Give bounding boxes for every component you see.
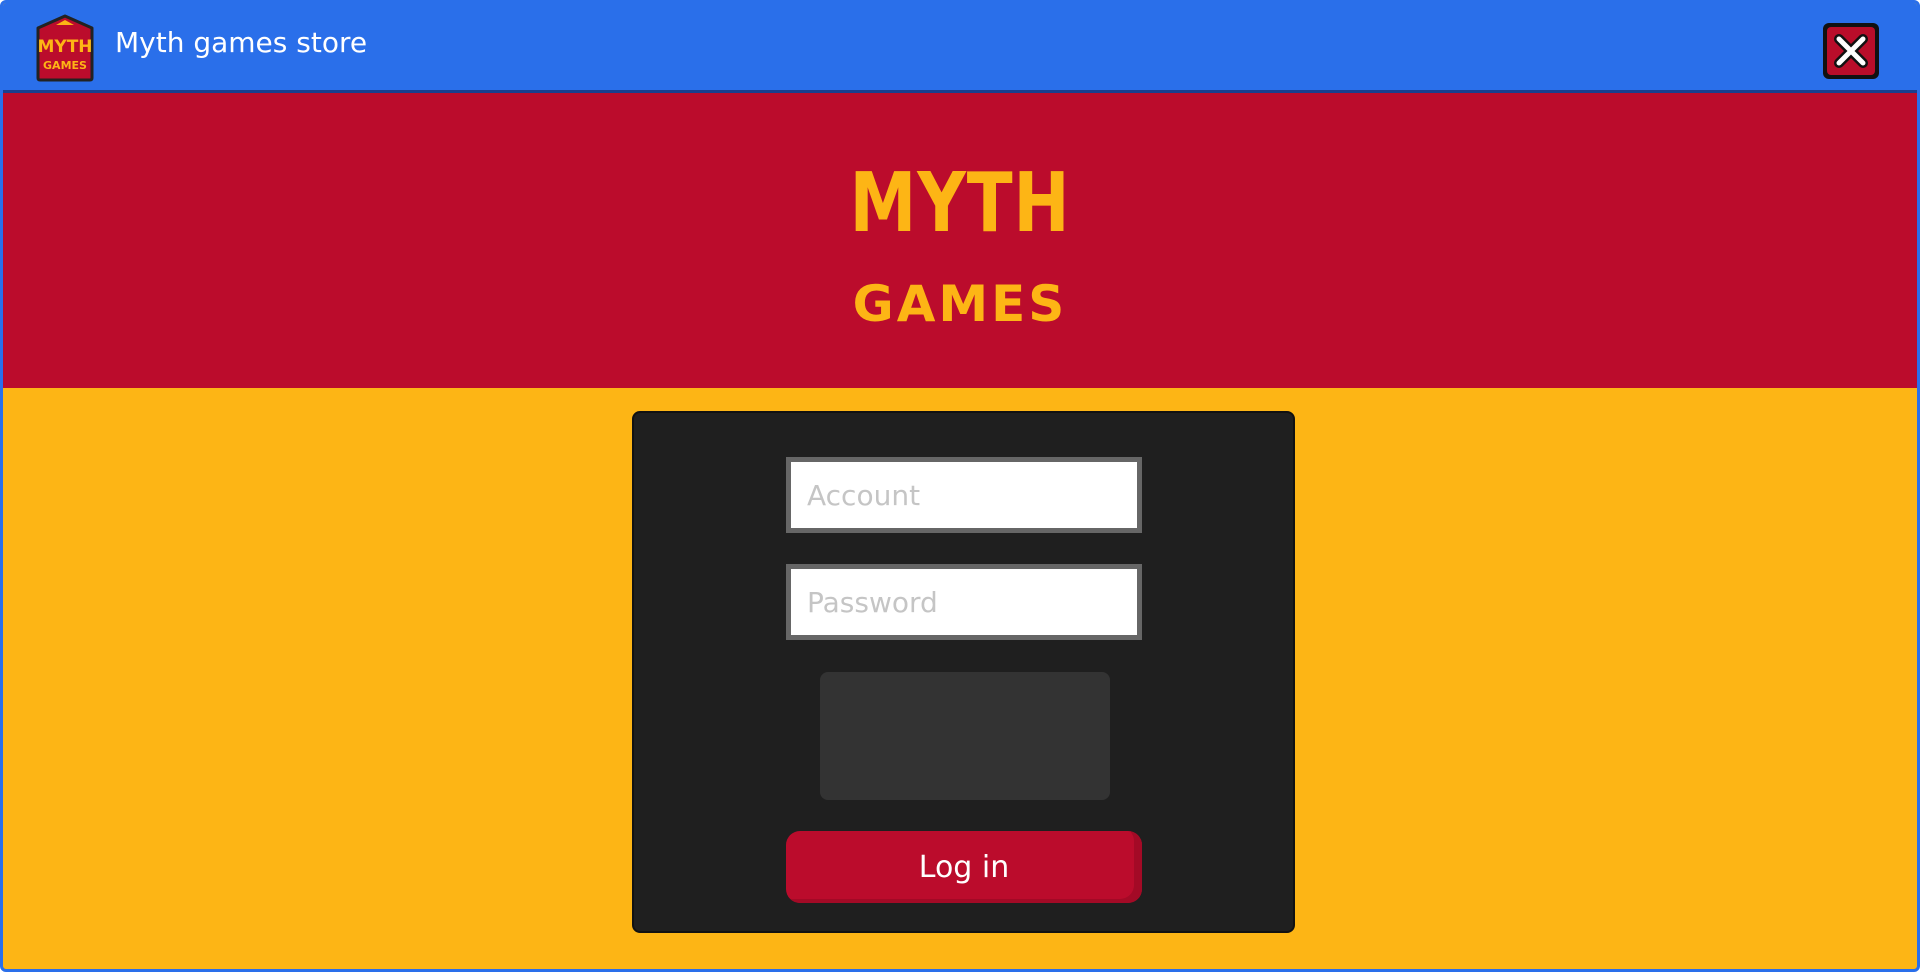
- title-bar: MYTH GAMES Myth games store: [3, 3, 1917, 93]
- app-window: MYTH GAMES Myth games store MYTH GAMES L…: [0, 0, 1920, 972]
- app-icon-text-line1: MYTH: [37, 37, 92, 57]
- close-icon: [1834, 34, 1868, 68]
- logo-text-myth: MYTH: [849, 156, 1071, 251]
- password-field[interactable]: [786, 564, 1142, 640]
- login-button[interactable]: Log in: [786, 831, 1142, 903]
- captcha-box[interactable]: [820, 672, 1110, 800]
- close-button[interactable]: [1823, 23, 1879, 79]
- myth-games-logo-icon: MYTH GAMES: [34, 14, 96, 82]
- brand-banner: MYTH GAMES: [3, 93, 1917, 388]
- login-panel: Log in: [632, 411, 1295, 933]
- logo-text-games: GAMES: [852, 275, 1068, 333]
- account-field[interactable]: [786, 457, 1142, 533]
- app-icon-text-line2: GAMES: [43, 59, 87, 72]
- window-title: Myth games store: [115, 26, 368, 59]
